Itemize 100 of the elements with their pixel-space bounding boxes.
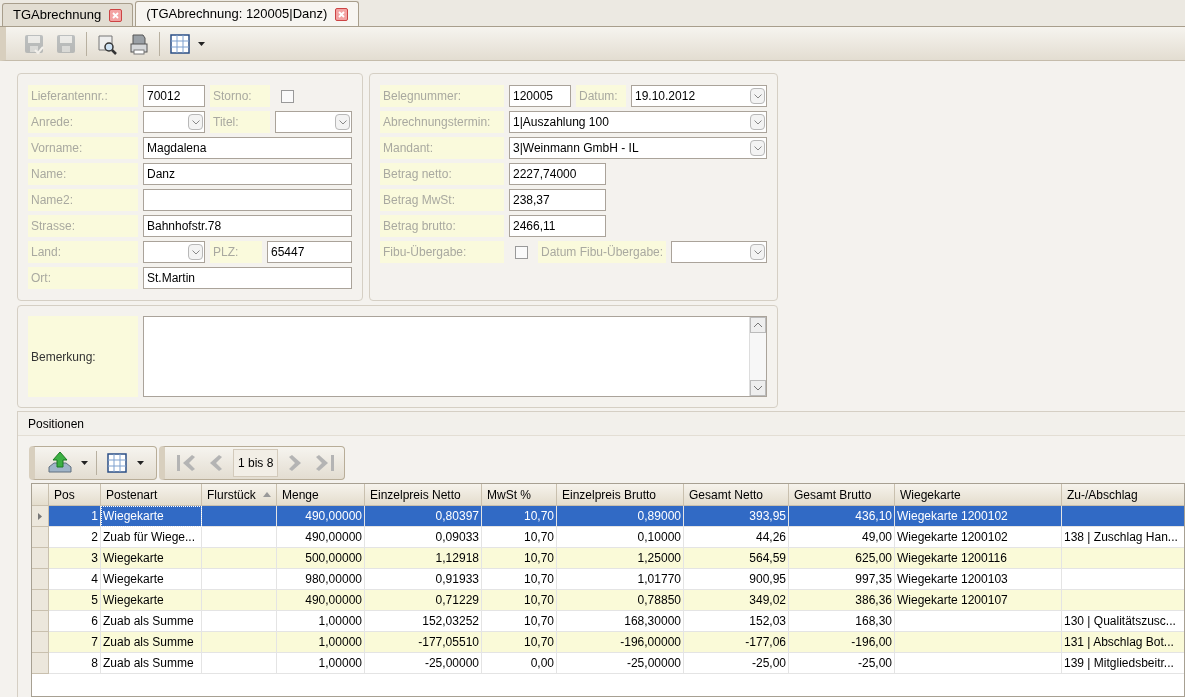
current-row-icon	[38, 512, 42, 520]
table-cell: 0,00	[482, 653, 557, 674]
field-label: Name:	[28, 163, 138, 185]
table-row[interactable]: 6 Zuab als Summe 1,00000 152,03252 10,70 168,30000 152,03 168,30 130 | Qualitätszusc...	[32, 611, 1184, 632]
table-cell: 139 | Mitgliedsbeitr...	[1062, 653, 1184, 674]
table-row[interactable]: 1 Wiegekarte 490,00000 0,80397 10,70 0,89000 393,95 436,10 Wiegekarte 1200102	[32, 506, 1184, 527]
dropdown-button[interactable]	[188, 114, 203, 130]
text-field[interactable]: 70012	[143, 85, 205, 107]
tab-label: (TGAbrechnung: 120005|Danz)	[146, 5, 328, 24]
dropdown-field[interactable]: 3|Weinmann GmbH - IL	[509, 137, 767, 159]
column-header[interactable]: Pos	[49, 484, 101, 506]
grid-icon[interactable]	[168, 31, 192, 56]
text-field[interactable]: Danz	[143, 163, 352, 185]
text-field[interactable]: Magdalena	[143, 137, 352, 159]
text-field[interactable]: 2466,11	[509, 215, 606, 237]
row-header[interactable]	[32, 611, 49, 632]
table-cell: -25,00000	[557, 653, 684, 674]
field-label: Bemerkung:	[28, 316, 138, 397]
dropdown-button[interactable]	[188, 244, 203, 260]
table-row[interactable]: 4 Wiegekarte 980,00000 0,91933 10,70 1,01770 900,95 997,35 Wiegekarte 1200103	[32, 569, 1184, 590]
close-icon[interactable]	[109, 8, 123, 22]
column-header[interactable]: Gesamt Netto	[684, 484, 789, 506]
table-row[interactable]: 8 Zuab als Summe 1,00000 -25,00000 0,00 -25,00000 -25,00 -25,00 139 | Mitgliedsbeitr...	[32, 653, 1184, 674]
row-header[interactable]	[32, 632, 49, 653]
field-label: Lieferantennr.:	[28, 85, 138, 107]
checkbox[interactable]	[280, 89, 294, 103]
field-label: Storno:	[210, 85, 270, 107]
upload-icon[interactable]	[47, 451, 73, 475]
table-cell: 1,00000	[277, 653, 365, 674]
column-header[interactable]: Flurstück	[202, 484, 277, 506]
printer-icon[interactable]	[127, 31, 151, 56]
field-label: Vorname:	[28, 137, 138, 159]
chevron-down-icon	[338, 119, 347, 125]
row-header[interactable]	[32, 527, 49, 548]
dropdown-button[interactable]	[750, 244, 765, 260]
field-label: Betrag netto:	[380, 163, 504, 185]
tab[interactable]: (TGAbrechnung: 120005|Danz)	[135, 1, 360, 26]
dropdown-button[interactable]	[750, 88, 765, 104]
field-label: Betrag brutto:	[380, 215, 504, 237]
field-label: Titel:	[210, 111, 270, 133]
dropdown-value: 1|Auszahlung 100	[513, 114, 609, 131]
dropdown-field[interactable]: 19.10.2012	[631, 85, 767, 107]
dropdown-field[interactable]	[143, 241, 205, 263]
column-header[interactable]: Einzelpreis Brutto	[557, 484, 684, 506]
row-header[interactable]	[32, 506, 49, 527]
dropdown-field[interactable]	[275, 111, 352, 133]
text-field[interactable]	[143, 189, 352, 211]
column-header[interactable]: Einzelpreis Netto	[365, 484, 482, 506]
dropdown-button[interactable]	[750, 114, 765, 130]
column-header[interactable]: Wiegekarte	[895, 484, 1062, 506]
tab[interactable]: TGAbrechnung	[2, 3, 134, 26]
field-label: Strasse:	[28, 215, 138, 237]
text-field[interactable]: 2227,74000	[509, 163, 606, 185]
row-header[interactable]	[32, 548, 49, 569]
column-header[interactable]: Zu-/Abschlag	[1062, 484, 1184, 506]
field-label: Mandant:	[380, 137, 504, 159]
field-label: Datum:	[576, 85, 626, 107]
field-label: Name2:	[28, 189, 138, 211]
chevron-down-icon	[191, 249, 200, 255]
checkbox[interactable]	[514, 245, 528, 259]
chevron-down-icon	[753, 93, 762, 99]
text-field[interactable]: 65447	[267, 241, 352, 263]
table-row[interactable]: 5 Wiegekarte 490,00000 0,71229 10,70 0,78850 349,02 386,36 Wiegekarte 1200107	[32, 590, 1184, 611]
dropdown-field[interactable]: 1|Auszahlung 100	[509, 111, 767, 133]
tab-label: TGAbrechnung	[13, 6, 102, 25]
table-row[interactable]: 3 Wiegekarte 500,00000 1,12918 10,70 1,25000 564,59 625,00 Wiegekarte 1200116	[32, 548, 1184, 569]
text-field[interactable]: St.Martin	[143, 267, 352, 289]
close-icon[interactable]	[335, 7, 349, 21]
row-header[interactable]	[32, 569, 49, 590]
grid-icon[interactable]	[105, 451, 129, 475]
scroll-down-icon[interactable]	[750, 380, 766, 396]
table-row[interactable]: 7 Zuab als Summe 1,00000 -177,05510 10,70 -196,00000 -177,06 -196,00 131 | Abschlag Bot...	[32, 632, 1184, 653]
dropdown-button[interactable]	[335, 114, 350, 130]
dropdown-button[interactable]	[750, 140, 765, 156]
dropdown-value: 19.10.2012	[635, 88, 696, 105]
remark-textarea[interactable]	[143, 316, 767, 397]
scrollbar[interactable]	[749, 317, 766, 396]
scroll-up-icon[interactable]	[750, 317, 766, 333]
text-field[interactable]: Bahnhofstr.78	[143, 215, 352, 237]
field-label: PLZ:	[210, 241, 262, 263]
table-row[interactable]: 2 Zuab für Wiege... 490,00000 0,09033 10,70 0,10000 44,26 49,00 Wiegekarte 1200102 138 | Zuschlag Han...	[32, 527, 1184, 548]
caret-icon[interactable]	[81, 461, 88, 465]
caret-icon[interactable]	[137, 461, 144, 465]
dropdown-field[interactable]	[671, 241, 767, 263]
caret-icon[interactable]	[198, 41, 205, 46]
column-header[interactable]: Menge	[277, 484, 365, 506]
field-label: Land:	[28, 241, 138, 263]
column-header[interactable]: Postenart	[101, 484, 202, 506]
column-header[interactable]: Gesamt Brutto	[789, 484, 895, 506]
column-header[interactable]: MwSt %	[482, 484, 557, 506]
field-label: Fibu-Übergabe:	[380, 241, 504, 263]
table-cell: -25,00000	[365, 653, 482, 674]
table-cell: Zuab als Summe	[101, 653, 202, 674]
row-header[interactable]	[32, 590, 49, 611]
section-title: Positionen	[28, 415, 85, 433]
dropdown-field[interactable]	[143, 111, 205, 133]
text-field[interactable]: 238,37	[509, 189, 606, 211]
row-header[interactable]	[32, 653, 49, 674]
text-field[interactable]: 120005	[509, 85, 571, 107]
table-cell: -25,00	[789, 653, 895, 674]
